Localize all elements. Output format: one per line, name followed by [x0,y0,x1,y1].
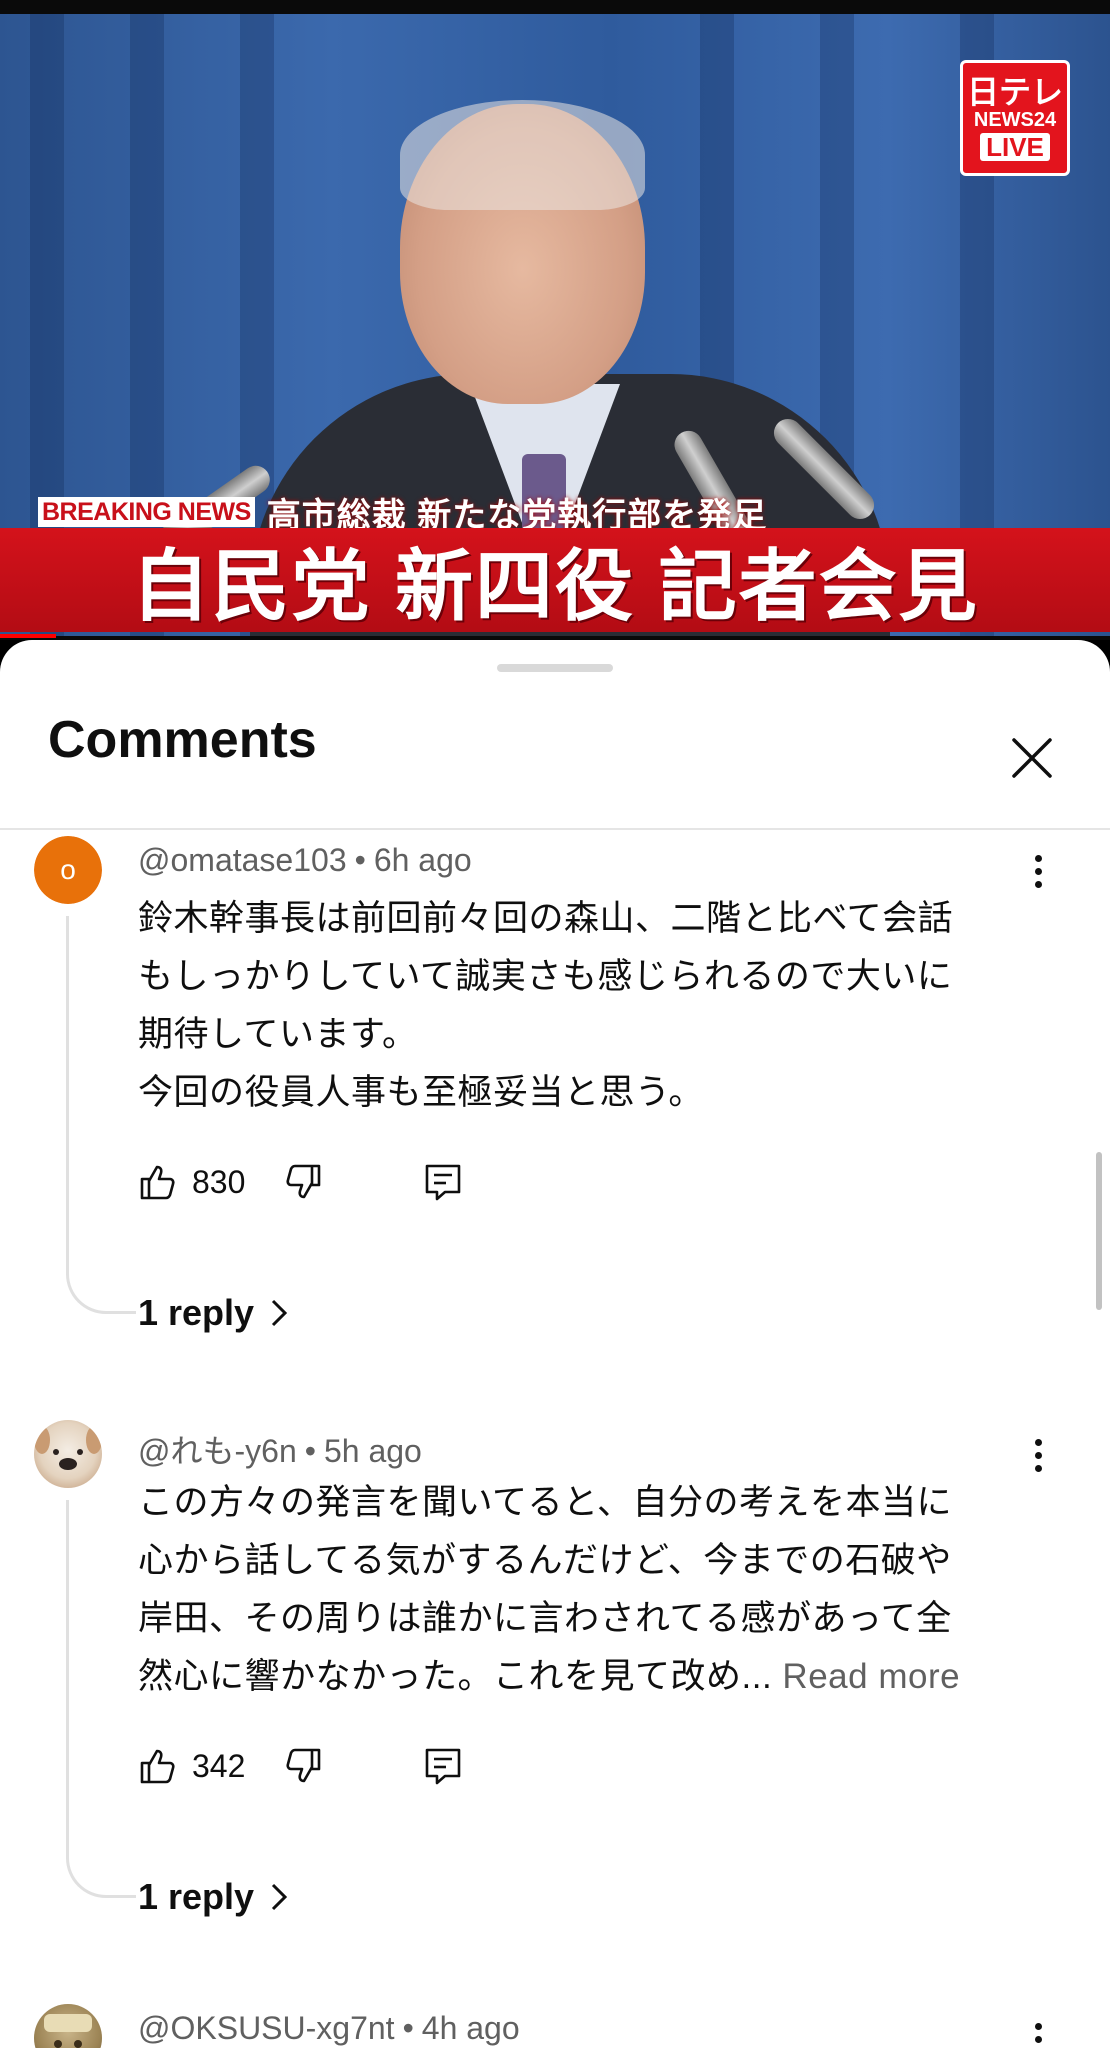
replies-count: 1 reply [138,1876,255,1917]
chevron-right-icon [272,1299,288,1327]
comment-meta: @omatase103 • 6h ago [138,842,472,879]
more-options-button[interactable] [1018,2014,1058,2048]
replies-count: 1 reply [138,1292,255,1333]
headline-text: 自民党 新四役 記者会見 [131,542,979,630]
close-icon [1012,738,1052,778]
close-button[interactable] [1006,732,1058,784]
speaker-hair [400,100,645,210]
more-options-button[interactable] [1018,846,1058,896]
comment-line: 期待しています。 [138,1015,418,1054]
avatar[interactable] [34,1420,102,1488]
comment-line: 心から話してる気がするんだけど、今までの石破や [138,1541,952,1580]
meta-separator: • [304,1433,316,1469]
header-divider [0,828,1110,830]
live-badge: LIVE [980,133,1050,161]
comment-truncated-text: 然心に響かなかった。これを見て改め... [138,1657,773,1696]
comment-time: 6h ago [373,842,472,878]
like-icon[interactable] [138,1162,178,1202]
comment-author[interactable]: @omatase103 [138,842,347,878]
more-dot-icon [1034,867,1042,875]
character-avatar-icon [44,2014,92,2048]
dislike-icon[interactable] [283,1746,323,1786]
dislike-icon[interactable] [283,1162,323,1202]
reply-comment-icon[interactable] [423,1746,463,1786]
comment-line: 岸田、その周りは誰かに言わされてる感があって全 [138,1599,952,1638]
comment-actions: 830 [138,1157,463,1207]
more-dot-icon [1034,2022,1042,2030]
comment-author[interactable]: @OKSUSU-xg7nt [138,2010,395,2046]
chevron-right-icon [272,1883,288,1911]
scrollbar[interactable] [1096,1152,1102,1310]
comment-meta: @OKSUSU-xg7nt • 4h ago [138,2010,520,2047]
more-dot-icon [1034,1438,1042,1446]
comment-body: この方々の発言を聞いてると、自分の考えを本当に 心から話してる気がするんだけど、… [138,1474,1038,1706]
avatar[interactable] [34,2004,102,2048]
avatar-letter: o [60,854,76,885]
comment-line: 今回の役員人事も至極妥当と思う。 [138,1073,704,1112]
more-dot-icon [1034,854,1042,862]
more-dot-icon [1034,1451,1042,1459]
like-icon[interactable] [138,1746,178,1786]
comment-time: 5h ago [323,1433,422,1469]
meta-separator: • [402,2010,414,2046]
comment-line: 鈴木幹事長は前回前々回の森山、二階と比べて会話 [138,899,954,938]
logo-mid-text: NEWS24 [973,109,1057,131]
replies-toggle[interactable]: 1 reply [138,1292,288,1334]
like-count: 830 [192,1163,246,1200]
comment-author[interactable]: @れも-y6n [138,1433,297,1469]
thread-line [66,1500,136,1898]
more-dot-icon [1034,2035,1042,2043]
comment-time: 4h ago [421,2010,520,2046]
more-dot-icon [1034,1464,1042,1472]
breaking-news-label: BREAKING NEWS [38,497,255,527]
headline-band: 自民党 新四役 記者会見 [0,528,1110,632]
more-options-button[interactable] [1018,1430,1058,1480]
thread-line [66,916,136,1314]
comment-line: もしっかりしていて誠実さも感じられるので大いに [138,957,953,996]
replies-toggle[interactable]: 1 reply [138,1876,288,1918]
meta-separator: • [354,842,366,878]
comment-actions: 342 [138,1741,463,1791]
comments-sheet: Comments o @omatase103 • 6h ago 鈴木幹事長は前回前々… [0,640,1110,2048]
read-more-link[interactable]: Read more [782,1657,960,1696]
comment-line: 然心に響かなかった。これを見て改め... Read more [138,1648,1038,1706]
sheet-title: Comments [48,711,317,769]
reply-comment-icon[interactable] [423,1162,463,1202]
comment-line: この方々の発言を聞いてると、自分の考えを本当に [138,1483,953,1522]
avatar[interactable]: o [34,836,102,904]
comment-body: 鈴木幹事長は前回前々回の森山、二階と比べて会話 もしっかりしていて誠実さも感じら… [138,890,1038,1122]
video-player[interactable]: 日テレ NEWS24 LIVE BREAKING NEWS 高市総裁 新たな党執… [0,0,1110,640]
drag-handle[interactable] [497,664,613,672]
dog-face-icon [34,1426,102,1470]
video-progress-bar[interactable] [0,634,56,638]
logo-top-text: 日テレ [966,74,1063,110]
more-dot-icon [1034,880,1042,888]
channel-logo: 日テレ NEWS24 LIVE [960,60,1070,176]
avatar-circle: o [34,836,102,904]
comment-meta: @れも-y6n • 5h ago [138,1426,422,1472]
like-count: 342 [192,1747,246,1784]
